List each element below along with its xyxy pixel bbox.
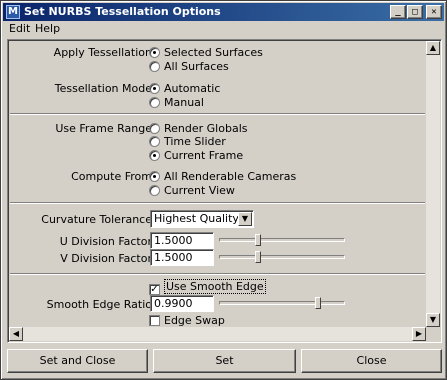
use-frame-range-label: Use Frame Range	[55, 122, 152, 135]
smooth-edge-ratio-field[interactable]: 0.9900	[150, 295, 214, 312]
smooth-edge-ratio-label: Smooth Edge Ratio	[46, 298, 152, 311]
checkmark-icon: ✓	[149, 284, 160, 295]
menu-help[interactable]: Help	[35, 22, 60, 35]
separator	[10, 273, 425, 275]
checkbox-empty-icon	[149, 315, 160, 326]
vertical-scrollbar[interactable]: ▲ ▼	[426, 41, 440, 341]
curvature-tolerance-value: Highest Quality	[154, 212, 239, 225]
slider-track	[219, 301, 345, 305]
scroll-right-icon[interactable]: ▶	[412, 327, 426, 341]
radio-on-icon	[149, 171, 160, 182]
set-and-close-button[interactable]: Set and Close	[7, 349, 148, 373]
apply-selected-surfaces-radio[interactable]: Selected Surfaces	[149, 46, 263, 59]
window-title: Set NURBS Tessellation Options	[24, 5, 221, 18]
v-division-factor-label: V Division Factor	[60, 252, 152, 265]
edge-swap-checkbox[interactable]: Edge Swap	[149, 314, 225, 327]
u-division-factor-slider[interactable]	[219, 234, 345, 246]
separator	[10, 202, 425, 204]
maya-app-icon: M	[6, 5, 20, 19]
frame-render-globals-radio[interactable]: Render Globals	[149, 122, 247, 135]
smooth-edge-ratio-slider[interactable]	[219, 297, 345, 309]
apply-tessellation-label: Apply Tessellation	[53, 46, 152, 59]
slider-track	[219, 255, 345, 259]
separator	[10, 113, 425, 115]
v-division-factor-slider[interactable]	[219, 251, 345, 263]
compute-all-renderable-cameras-radio[interactable]: All Renderable Cameras	[149, 170, 296, 183]
chevron-down-icon[interactable]: ▼	[238, 212, 252, 226]
options-window: M Set NURBS Tessellation Options _ □ ✕ E…	[0, 0, 447, 380]
u-division-factor-field[interactable]: 1.5000	[150, 232, 214, 249]
radio-off-icon	[149, 185, 160, 196]
radio-off-icon	[149, 61, 160, 72]
radio-on-icon	[149, 47, 160, 58]
mode-automatic-radio[interactable]: Automatic	[149, 82, 220, 95]
minimize-button[interactable]: _	[390, 5, 406, 19]
scroll-up-icon[interactable]: ▲	[426, 41, 440, 55]
slider-thumb[interactable]	[255, 234, 261, 246]
set-button[interactable]: Set	[153, 349, 296, 373]
scroll-left-icon[interactable]: ◀	[9, 327, 23, 341]
horizontal-scrollbar[interactable]: ◀ ▶	[9, 327, 426, 341]
radio-on-icon	[149, 83, 160, 94]
compute-current-view-radio[interactable]: Current View	[149, 184, 235, 197]
v-division-factor-field[interactable]: 1.5000	[150, 249, 214, 266]
compute-from-label: Compute From	[71, 170, 152, 183]
scroll-corner	[426, 327, 440, 341]
use-smooth-edge-checkbox[interactable]: ✓ Use Smooth Edge	[149, 279, 266, 295]
frame-time-slider-radio[interactable]: Time Slider	[149, 135, 226, 148]
curvature-tolerance-dropdown[interactable]: Highest Quality ▼	[150, 210, 254, 228]
maximize-button[interactable]: □	[407, 5, 423, 19]
mode-manual-radio[interactable]: Manual	[149, 96, 204, 109]
menu-edit[interactable]: Edit	[9, 22, 30, 35]
title-bar[interactable]: M Set NURBS Tessellation Options _ □ ✕	[3, 3, 444, 21]
options-content: Apply Tessellation Selected Surfaces All…	[8, 40, 427, 328]
slider-thumb[interactable]	[255, 251, 261, 263]
radio-off-icon	[149, 136, 160, 147]
apply-all-surfaces-radio[interactable]: All Surfaces	[149, 60, 229, 73]
close-window-button[interactable]: ✕	[426, 5, 442, 19]
slider-track	[219, 238, 345, 242]
radio-off-icon	[149, 123, 160, 134]
frame-current-frame-radio[interactable]: Current Frame	[149, 149, 243, 162]
menu-bar: Edit Help	[3, 21, 444, 37]
slider-thumb[interactable]	[315, 297, 321, 309]
close-button[interactable]: Close	[301, 349, 442, 373]
tessellation-mode-label: Tessellation Mode	[54, 82, 152, 95]
curvature-tolerance-label: Curvature Tolerance	[41, 213, 152, 226]
scroll-down-icon[interactable]: ▼	[426, 313, 440, 327]
radio-on-icon	[149, 150, 160, 161]
options-panel: Apply Tessellation Selected Surfaces All…	[7, 39, 442, 343]
u-division-factor-label: U Division Factor	[59, 235, 152, 248]
radio-off-icon	[149, 97, 160, 108]
